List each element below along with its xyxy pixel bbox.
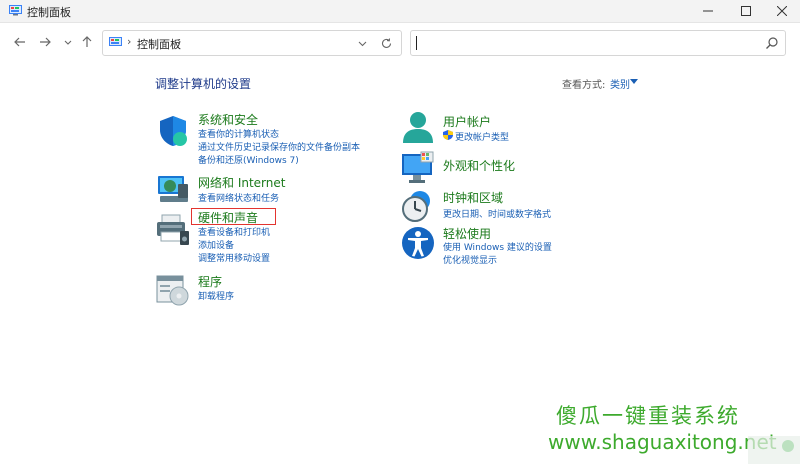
minimize-button[interactable] — [690, 0, 726, 22]
link-add-device[interactable]: 添加设备 — [198, 238, 234, 251]
title-bar: 控制面板 — [0, 0, 800, 23]
link-optimize-display[interactable]: 优化视觉显示 — [443, 253, 497, 266]
clock-icon[interactable] — [401, 189, 435, 223]
breadcrumb-control-panel[interactable]: 控制面板 — [137, 36, 181, 52]
category-title-programs[interactable]: 程序 — [198, 273, 222, 290]
category-title-clock-region[interactable]: 时钟和区域 — [443, 189, 503, 206]
link-change-date-time-format[interactable]: 更改日期、时间或数字格式 — [443, 207, 551, 220]
link-backup-restore[interactable]: 备份和还原(Windows 7) — [198, 153, 299, 166]
link-devices-printers[interactable]: 查看设备和打印机 — [198, 225, 270, 238]
watermark-text: 傻瓜一键重装系统 — [556, 404, 740, 428]
link-file-history[interactable]: 通过文件历史记录保存你的文件备份副本 — [198, 140, 360, 153]
network-icon[interactable] — [156, 172, 190, 206]
chevron-down-icon — [358, 41, 366, 46]
arrow-up-icon — [82, 36, 92, 47]
user-icon[interactable] — [401, 110, 435, 144]
arrow-left-icon — [14, 37, 25, 47]
link-uninstall-program[interactable]: 卸载程序 — [198, 289, 234, 302]
link-change-account-type[interactable]: 更改帐户类型 — [455, 130, 509, 143]
page-title: 调整计算机的设置 — [155, 77, 252, 91]
control-panel-icon — [9, 5, 22, 16]
minimize-icon — [703, 10, 713, 12]
back-button[interactable] — [11, 33, 29, 51]
breadcrumb-separator[interactable]: › — [127, 35, 131, 48]
navigation-bar: › 控制面板 › — [0, 23, 800, 63]
search-input[interactable] — [410, 30, 786, 56]
caret-down-icon[interactable] — [630, 79, 638, 85]
link-recommended-settings[interactable]: 使用 Windows 建议的设置 — [443, 240, 552, 253]
category-title-user-accounts[interactable]: 用户帐户 — [443, 113, 491, 130]
up-button[interactable] — [78, 33, 96, 51]
monitor-icon[interactable] — [401, 151, 435, 185]
category-title-network[interactable]: 网络和 Internet — [198, 174, 285, 191]
breadcrumb-separator[interactable]: › — [177, 35, 181, 48]
link-mobility-settings[interactable]: 调整常用移动设置 — [198, 251, 270, 264]
control-panel-icon — [109, 37, 122, 46]
address-bar[interactable]: › 控制面板 › — [102, 30, 402, 56]
shield-icon[interactable] — [156, 114, 190, 148]
uac-shield-icon — [443, 130, 453, 140]
printer-icon[interactable] — [156, 213, 190, 247]
corner-logo-icon — [748, 436, 800, 464]
link-network-status[interactable]: 查看网络状态和任务 — [198, 191, 279, 204]
maximize-button[interactable] — [728, 0, 764, 22]
programs-icon[interactable] — [156, 273, 190, 307]
refresh-button[interactable] — [379, 36, 393, 50]
link-view-computer-status[interactable]: 查看你的计算机状态 — [198, 127, 279, 140]
category-title-system-security[interactable]: 系统和安全 — [198, 111, 258, 128]
close-button[interactable] — [764, 0, 800, 22]
address-dropdown-button[interactable] — [355, 36, 369, 50]
forward-button[interactable] — [36, 33, 54, 51]
category-title-appearance[interactable]: 外观和个性化 — [443, 157, 515, 174]
arrow-right-icon — [40, 37, 51, 47]
view-by-dropdown[interactable]: 类别 — [610, 76, 630, 91]
chevron-down-icon — [64, 40, 72, 45]
highlight-annotation — [191, 208, 276, 225]
window-title: 控制面板 — [27, 6, 71, 19]
refresh-icon — [381, 37, 391, 48]
accessibility-icon[interactable] — [401, 226, 435, 260]
view-by-label: 查看方式: — [562, 80, 606, 91]
watermark-url: www.shaguaxitong.net — [548, 430, 777, 454]
text-caret — [416, 36, 417, 50]
close-icon — [777, 6, 787, 16]
recent-locations-button[interactable] — [59, 33, 77, 51]
maximize-icon — [741, 6, 751, 16]
search-icon[interactable] — [765, 36, 779, 50]
